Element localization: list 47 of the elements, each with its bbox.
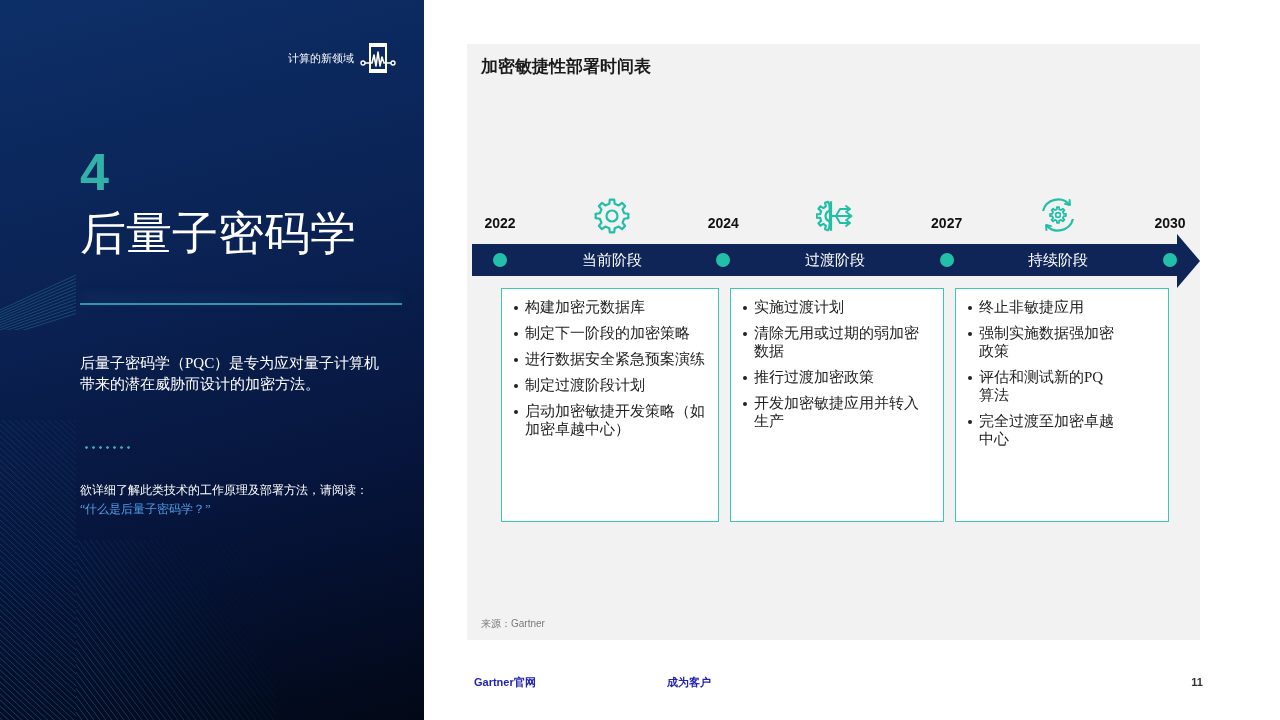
list-item-text: 启动加密敏捷开发策略（如加密卓越中心） [525, 402, 706, 438]
year-label: 2027 [931, 215, 963, 231]
bullet-icon [743, 376, 747, 380]
year-label: 2022 [484, 215, 516, 231]
gear-arrows-icon [816, 198, 854, 234]
waveform-icon [360, 42, 396, 74]
list-item-text: 强制实施数据强加密政策 [979, 324, 1115, 360]
bullet-icon [968, 376, 972, 380]
bullet-icon [743, 402, 747, 406]
bullet-icon [968, 420, 972, 424]
list-item-text: 评估和测试新的PQ算法 [979, 368, 1105, 404]
article-link[interactable]: “什么是后量子密码学？” [80, 500, 211, 519]
list-item-text: 清除无用或过期的弱加密数据 [754, 324, 920, 360]
bullet-icon [514, 358, 518, 362]
footer-link[interactable]: Gartner官网 [474, 675, 536, 690]
list-item-text: 终止非敏捷应用 [979, 298, 1085, 316]
section-number: 4 [80, 146, 109, 198]
bullet-icon [514, 306, 518, 310]
footer-link[interactable]: 成为客户 [667, 675, 711, 690]
bullet-icon [968, 332, 972, 336]
section-header: 计算的新领域 [288, 51, 354, 65]
list-item-text: 推行过渡加密政策 [754, 368, 875, 386]
phase-label: 持续阶段 [1028, 250, 1089, 270]
list-item-text: 进行数据安全紧急预案演练 [525, 350, 706, 368]
page-number: 11 [1191, 675, 1203, 690]
list-item-text: 制定过渡阶段计划 [525, 376, 646, 394]
phase-label: 当前阶段 [581, 250, 642, 270]
gear-icon [593, 198, 630, 234]
section-title: 后量子密码学 [80, 210, 356, 258]
read-more-text: 欲详细了解此类技术的工作原理及部署方法，请阅读： [80, 482, 368, 499]
list-item-text: 实施过渡计划 [754, 298, 845, 316]
description-text: 后量子密码学（PQC）是专为应对量子计算机带来的潜在威胁而设计的加密方法。 [80, 354, 381, 394]
list-item-text: 制定下一阶段的加密策略 [525, 324, 691, 342]
bullet-icon [968, 306, 972, 310]
year-label: 2030 [1154, 215, 1186, 231]
source-note: 来源：Gartner [481, 617, 545, 630]
year-label: 2024 [707, 215, 739, 231]
bullet-icon [514, 332, 518, 336]
bullet-icon [743, 332, 747, 336]
bullet-icon [514, 410, 518, 414]
bullet-icon [514, 384, 518, 388]
bullet-icon [743, 306, 747, 310]
phase-label: 过渡阶段 [805, 250, 865, 270]
panel-title: 加密敏捷性部署时间表 [481, 56, 651, 78]
list-item-text: 完全过渡至加密卓越中心 [979, 412, 1115, 448]
list-item-text: 构建加密元数据库 [525, 298, 646, 316]
list-item-text: 开发加密敏捷应用并转入生产 [754, 394, 920, 430]
